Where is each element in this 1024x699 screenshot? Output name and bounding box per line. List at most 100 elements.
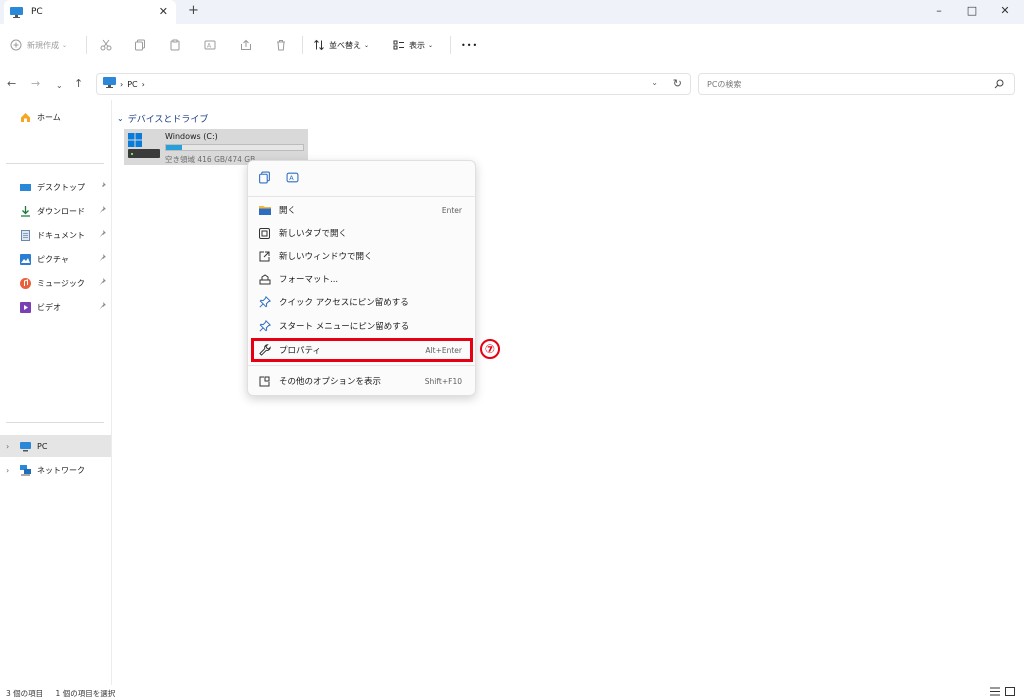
pin-icon[interactable] [99,182,107,190]
pin-icon[interactable] [99,230,107,238]
menu-divider [248,365,475,366]
plus-circle-icon [10,39,22,51]
group-header-devices[interactable]: ⌄ デバイスとドライブ [117,112,208,125]
cut-button[interactable] [100,36,112,54]
details-view-icon[interactable] [990,687,1000,696]
monitor-icon [20,441,31,452]
tab-title: PC [31,7,43,17]
tab-close-icon[interactable]: ✕ [159,5,168,18]
rename-icon[interactable]: A [286,171,299,187]
picture-icon [20,253,31,265]
new-tab-button[interactable]: + [188,3,199,18]
address-dropdown-icon[interactable]: ⌄ [651,78,658,87]
menu-item-label: その他のオプションを表示 [279,377,382,387]
drive-usage-bar [165,144,304,151]
menu-item-pin-start[interactable]: スタート メニューにピン留めする [254,315,470,337]
new-tab-icon [258,227,271,240]
more-options-icon [258,375,271,388]
copy-button[interactable] [134,36,146,54]
sidebar-item-music[interactable]: ミュージック [0,272,111,294]
new-button[interactable]: 新規作成 ⌄ [10,36,67,54]
drive-usage-fill [166,145,183,150]
sidebar-item-label: ダウンロード [37,206,85,216]
minimize-button[interactable]: – [922,0,956,20]
properties-highlight-box [251,338,473,362]
copy-icon [135,39,145,51]
forward-button[interactable]: → [31,77,40,91]
sidebar-item-downloads[interactable]: ダウンロード [0,200,111,222]
monitor-icon [10,7,23,18]
sidebar-divider [6,422,104,423]
chevron-right-icon[interactable]: › [6,466,9,475]
drive-free-space: 空き領域 416 GB/474 GB [165,155,256,164]
menu-item-shortcut: Shift+F10 [424,376,462,386]
up-button[interactable]: ↑ [74,77,83,91]
group-header-label: デバイスとドライブ [127,115,209,125]
status-bar: 3 個の項目 1 個の項目を選択 [6,688,125,699]
pin-icon[interactable] [99,206,107,214]
view-button[interactable]: 表示 ⌄ [393,36,433,54]
sidebar-item-videos[interactable]: ビデオ [0,296,111,318]
tiles-view-icon[interactable] [1005,687,1015,696]
sidebar-item-label: ドキュメント [37,230,85,240]
menu-item-open-new-window[interactable]: 新しいウィンドウで開く [254,245,470,267]
menu-item-open[interactable]: 開く Enter [254,199,470,221]
toolbar-divider [302,36,303,54]
pin-icon[interactable] [99,278,107,286]
paste-button[interactable] [169,36,181,54]
breadcrumb-pc[interactable]: PC [127,80,137,89]
tab-pc[interactable]: PC ✕ [4,0,176,24]
new-label: 新規作成 [27,40,59,50]
maximize-button[interactable]: □ [955,0,989,20]
sidebar-item-label: ネットワーク [37,465,85,475]
share-button[interactable] [240,36,252,54]
recent-dropdown-icon[interactable]: ⌄ [56,79,63,93]
copy-icon[interactable] [258,171,271,187]
rename-button[interactable]: A [204,36,216,54]
sidebar-item-home[interactable]: ホーム [0,106,111,128]
chevron-down-icon: ⌄ [62,41,68,49]
menu-divider [248,196,475,197]
back-button[interactable]: ← [7,77,16,91]
sidebar-item-desktop[interactable]: デスクトップ [0,176,111,198]
menu-item-more-options[interactable]: その他のオプションを表示 Shift+F10 [254,370,470,392]
menu-item-label: 新しいタブで開く [279,229,348,239]
chevron-down-icon: ⌄ [117,114,124,123]
download-icon [20,205,31,217]
sidebar-item-network[interactable]: › ネットワーク [0,459,111,481]
delete-button[interactable] [275,36,287,54]
pin-icon[interactable] [99,302,107,310]
sort-icon [314,39,324,51]
address-bar[interactable]: › PC › ⌄ ↻ [96,73,691,95]
search-box[interactable]: PCの検索 [698,73,1015,95]
more-button[interactable]: ••• [461,36,478,54]
sidebar-item-documents[interactable]: ドキュメント [0,224,111,246]
search-icon[interactable] [994,79,1004,89]
chevron-down-icon: ⌄ [364,41,370,49]
sidebar-item-pc[interactable]: › PC [0,435,111,457]
home-icon [20,112,31,123]
selection-count: 1 個の項目を選択 [55,689,116,698]
sidebar-item-label: ホーム [37,112,61,122]
pin-icon[interactable] [99,254,107,262]
menu-item-open-new-tab[interactable]: 新しいタブで開く [254,222,470,244]
search-placeholder: PCの検索 [707,79,742,89]
sidebar-item-label: ミュージック [37,278,85,288]
document-icon [20,229,31,241]
sidebar-item-pictures[interactable]: ピクチャ [0,248,111,270]
menu-item-label: 開く [279,206,297,216]
menu-item-shortcut: Enter [441,205,462,215]
item-count: 3 個の項目 [6,689,44,698]
windows-logo-icon [128,133,142,150]
refresh-icon[interactable]: ↻ [673,77,682,90]
network-icon [20,464,31,476]
breadcrumb-separator[interactable]: › [120,80,123,89]
menu-item-pin-quick-access[interactable]: クイック アクセスにピン留めする [254,291,470,313]
sidebar-item-label: ビデオ [37,302,61,312]
breadcrumb-separator[interactable]: › [142,80,145,89]
menu-item-format[interactable]: フォーマット... [254,268,470,290]
sort-button[interactable]: 並べ替え ⌄ [313,36,369,54]
chevron-right-icon[interactable]: › [6,442,9,451]
drive-name: Windows (C:) [165,132,218,141]
close-button[interactable]: ✕ [988,0,1022,20]
